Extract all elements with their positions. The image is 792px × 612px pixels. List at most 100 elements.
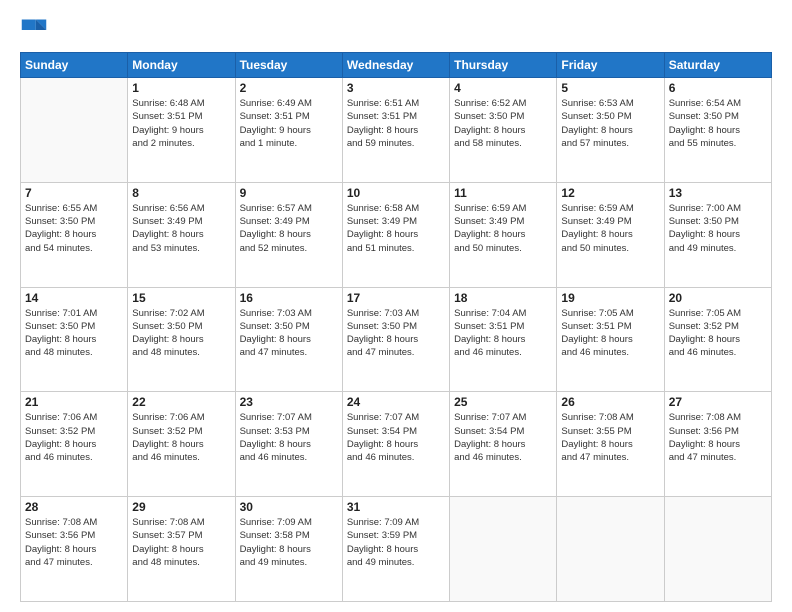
week-row-1: 7 Sunrise: 6:55 AMSunset: 3:50 PMDaylight… (21, 182, 772, 287)
day-cell: 27 Sunrise: 7:08 AMSunset: 3:56 PMDayligh… (664, 392, 771, 497)
day-info: Sunrise: 6:56 AMSunset: 3:49 PMDaylight:… (132, 202, 230, 255)
day-cell: 25 Sunrise: 7:07 AMSunset: 3:54 PMDayligh… (450, 392, 557, 497)
day-cell: 22 Sunrise: 7:06 AMSunset: 3:52 PMDayligh… (128, 392, 235, 497)
day-info: Sunrise: 7:00 AMSunset: 3:50 PMDaylight:… (669, 202, 767, 255)
day-number: 8 (132, 186, 230, 200)
day-info: Sunrise: 7:01 AMSunset: 3:50 PMDaylight:… (25, 307, 123, 360)
day-info: Sunrise: 7:03 AMSunset: 3:50 PMDaylight:… (347, 307, 445, 360)
day-info: Sunrise: 7:09 AMSunset: 3:58 PMDaylight:… (240, 516, 338, 569)
day-number: 18 (454, 291, 552, 305)
day-cell: 14 Sunrise: 7:01 AMSunset: 3:50 PMDayligh… (21, 287, 128, 392)
col-header-saturday: Saturday (664, 53, 771, 78)
header (20, 16, 772, 44)
day-number: 24 (347, 395, 445, 409)
day-number: 28 (25, 500, 123, 514)
logo-icon (20, 16, 48, 44)
day-info: Sunrise: 7:08 AMSunset: 3:56 PMDaylight:… (669, 411, 767, 464)
day-info: Sunrise: 6:48 AMSunset: 3:51 PMDaylight:… (132, 97, 230, 150)
day-number: 11 (454, 186, 552, 200)
day-info: Sunrise: 6:57 AMSunset: 3:49 PMDaylight:… (240, 202, 338, 255)
day-number: 26 (561, 395, 659, 409)
day-number: 30 (240, 500, 338, 514)
day-cell: 9 Sunrise: 6:57 AMSunset: 3:49 PMDaylight… (235, 182, 342, 287)
day-number: 22 (132, 395, 230, 409)
day-cell: 11 Sunrise: 6:59 AMSunset: 3:49 PMDayligh… (450, 182, 557, 287)
day-cell: 5 Sunrise: 6:53 AMSunset: 3:50 PMDaylight… (557, 78, 664, 183)
day-number: 27 (669, 395, 767, 409)
day-info: Sunrise: 6:59 AMSunset: 3:49 PMDaylight:… (561, 202, 659, 255)
logo (20, 16, 52, 44)
day-info: Sunrise: 6:53 AMSunset: 3:50 PMDaylight:… (561, 97, 659, 150)
day-info: Sunrise: 7:07 AMSunset: 3:54 PMDaylight:… (347, 411, 445, 464)
day-cell: 23 Sunrise: 7:07 AMSunset: 3:53 PMDayligh… (235, 392, 342, 497)
day-number: 25 (454, 395, 552, 409)
day-cell: 16 Sunrise: 7:03 AMSunset: 3:50 PMDayligh… (235, 287, 342, 392)
day-cell: 19 Sunrise: 7:05 AMSunset: 3:51 PMDayligh… (557, 287, 664, 392)
day-info: Sunrise: 7:06 AMSunset: 3:52 PMDaylight:… (25, 411, 123, 464)
day-info: Sunrise: 6:59 AMSunset: 3:49 PMDaylight:… (454, 202, 552, 255)
day-cell: 13Sunrise: 7:00 AMSunset: 3:50 PMDayligh… (664, 182, 771, 287)
day-number: 14 (25, 291, 123, 305)
day-number: 7 (25, 186, 123, 200)
day-info: Sunrise: 7:07 AMSunset: 3:53 PMDaylight:… (240, 411, 338, 464)
day-info: Sunrise: 6:49 AMSunset: 3:51 PMDaylight:… (240, 97, 338, 150)
day-number: 2 (240, 81, 338, 95)
day-cell: 30 Sunrise: 7:09 AMSunset: 3:58 PMDayligh… (235, 497, 342, 602)
day-cell: 8 Sunrise: 6:56 AMSunset: 3:49 PMDaylight… (128, 182, 235, 287)
day-info: Sunrise: 7:04 AMSunset: 3:51 PMDaylight:… (454, 307, 552, 360)
day-info: Sunrise: 6:55 AMSunset: 3:50 PMDaylight:… (25, 202, 123, 255)
day-cell (450, 497, 557, 602)
day-cell: 26Sunrise: 7:08 AMSunset: 3:55 PMDayligh… (557, 392, 664, 497)
day-cell: 12 Sunrise: 6:59 AMSunset: 3:49 PMDayligh… (557, 182, 664, 287)
col-header-monday: Monday (128, 53, 235, 78)
day-cell: 20 Sunrise: 7:05 AMSunset: 3:52 PMDayligh… (664, 287, 771, 392)
day-number: 15 (132, 291, 230, 305)
day-number: 12 (561, 186, 659, 200)
week-row-3: 21 Sunrise: 7:06 AMSunset: 3:52 PMDayligh… (21, 392, 772, 497)
day-number: 3 (347, 81, 445, 95)
day-info: Sunrise: 7:05 AMSunset: 3:52 PMDaylight:… (669, 307, 767, 360)
week-row-2: 14 Sunrise: 7:01 AMSunset: 3:50 PMDayligh… (21, 287, 772, 392)
week-row-4: 28 Sunrise: 7:08 AMSunset: 3:56 PMDayligh… (21, 497, 772, 602)
day-info: Sunrise: 6:58 AMSunset: 3:49 PMDaylight:… (347, 202, 445, 255)
day-cell: 24 Sunrise: 7:07 AMSunset: 3:54 PMDayligh… (342, 392, 449, 497)
day-cell: 2 Sunrise: 6:49 AMSunset: 3:51 PMDaylight… (235, 78, 342, 183)
day-info: Sunrise: 7:05 AMSunset: 3:51 PMDaylight:… (561, 307, 659, 360)
day-cell: 31Sunrise: 7:09 AMSunset: 3:59 PMDayligh… (342, 497, 449, 602)
day-cell (664, 497, 771, 602)
day-cell: 7 Sunrise: 6:55 AMSunset: 3:50 PMDaylight… (21, 182, 128, 287)
day-info: Sunrise: 7:08 AMSunset: 3:57 PMDaylight:… (132, 516, 230, 569)
day-number: 29 (132, 500, 230, 514)
day-cell: 6Sunrise: 6:54 AMSunset: 3:50 PMDaylight… (664, 78, 771, 183)
day-info: Sunrise: 7:02 AMSunset: 3:50 PMDaylight:… (132, 307, 230, 360)
day-info: Sunrise: 7:06 AMSunset: 3:52 PMDaylight:… (132, 411, 230, 464)
day-number: 5 (561, 81, 659, 95)
day-info: Sunrise: 7:08 AMSunset: 3:56 PMDaylight:… (25, 516, 123, 569)
day-info: Sunrise: 7:03 AMSunset: 3:50 PMDaylight:… (240, 307, 338, 360)
calendar-table: SundayMondayTuesdayWednesdayThursdayFrid… (20, 52, 772, 602)
day-info: Sunrise: 6:52 AMSunset: 3:50 PMDaylight:… (454, 97, 552, 150)
col-header-thursday: Thursday (450, 53, 557, 78)
day-number: 9 (240, 186, 338, 200)
day-info: Sunrise: 6:51 AMSunset: 3:51 PMDaylight:… (347, 97, 445, 150)
day-number: 31 (347, 500, 445, 514)
day-cell: 3 Sunrise: 6:51 AMSunset: 3:51 PMDaylight… (342, 78, 449, 183)
day-number: 10 (347, 186, 445, 200)
day-number: 6 (669, 81, 767, 95)
day-cell: 18 Sunrise: 7:04 AMSunset: 3:51 PMDayligh… (450, 287, 557, 392)
col-header-sunday: Sunday (21, 53, 128, 78)
day-number: 20 (669, 291, 767, 305)
day-info: Sunrise: 7:07 AMSunset: 3:54 PMDaylight:… (454, 411, 552, 464)
day-cell: 28 Sunrise: 7:08 AMSunset: 3:56 PMDayligh… (21, 497, 128, 602)
day-cell: 29 Sunrise: 7:08 AMSunset: 3:57 PMDayligh… (128, 497, 235, 602)
day-number: 21 (25, 395, 123, 409)
day-cell: 21 Sunrise: 7:06 AMSunset: 3:52 PMDayligh… (21, 392, 128, 497)
col-header-tuesday: Tuesday (235, 53, 342, 78)
header-row: SundayMondayTuesdayWednesdayThursdayFrid… (21, 53, 772, 78)
day-cell: 10 Sunrise: 6:58 AMSunset: 3:49 PMDayligh… (342, 182, 449, 287)
page: SundayMondayTuesdayWednesdayThursdayFrid… (0, 0, 792, 612)
day-number: 19 (561, 291, 659, 305)
day-number: 16 (240, 291, 338, 305)
col-header-friday: Friday (557, 53, 664, 78)
day-number: 23 (240, 395, 338, 409)
